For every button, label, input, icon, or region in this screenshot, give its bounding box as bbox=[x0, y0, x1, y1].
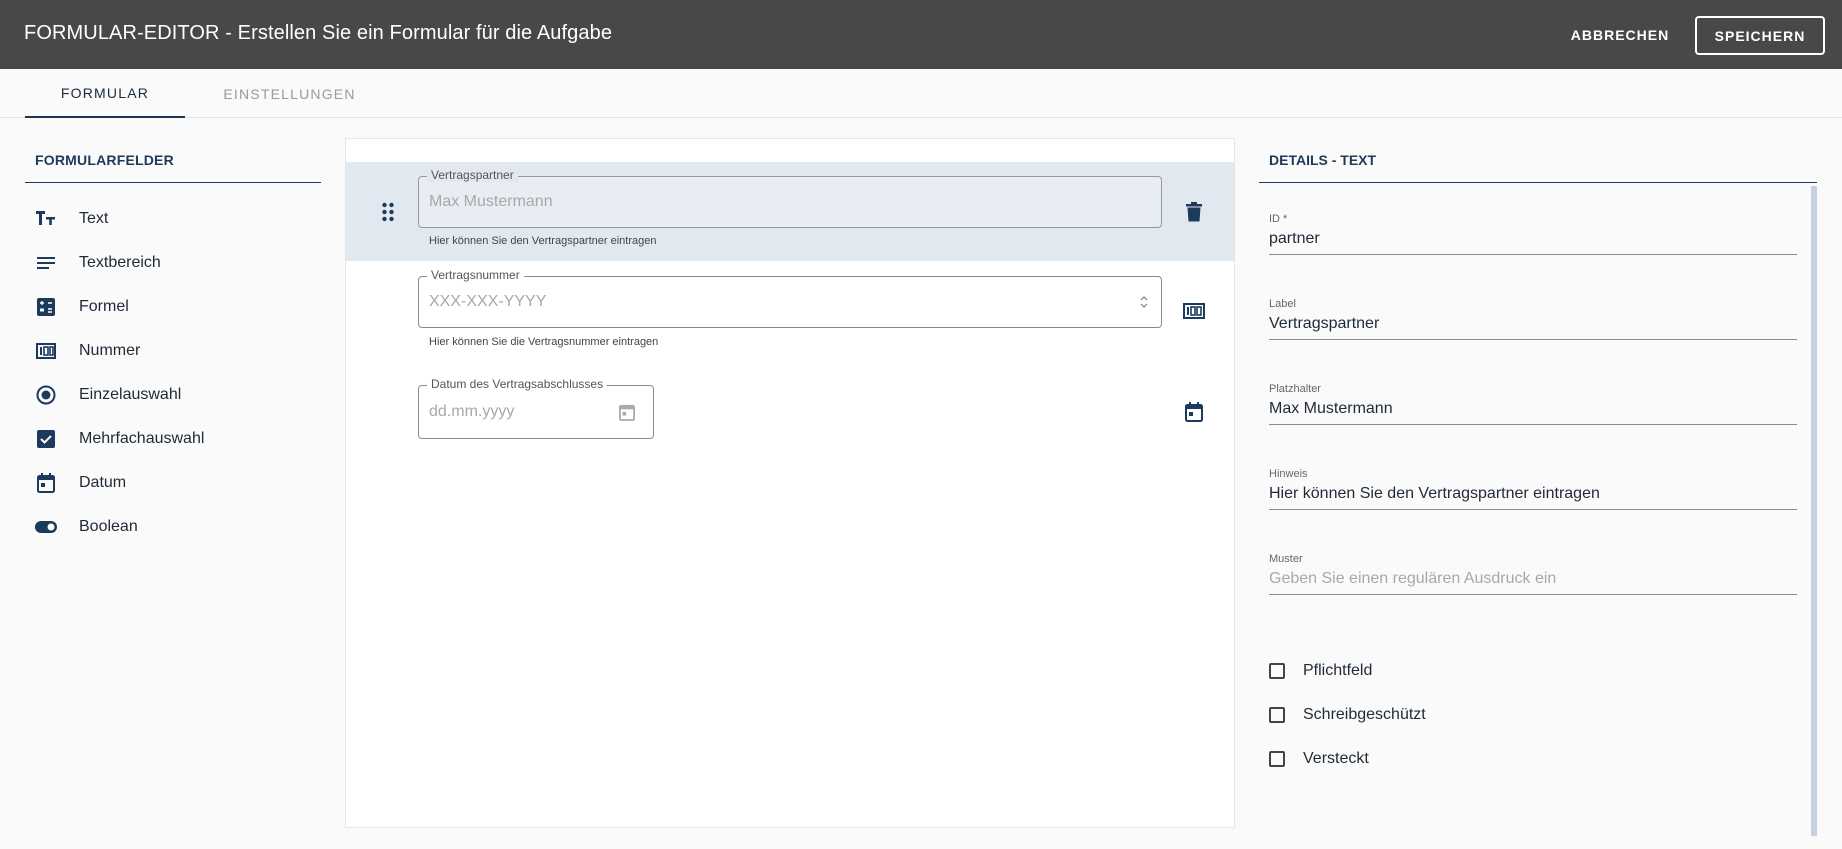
calculator-icon bbox=[35, 296, 57, 318]
form-canvas: Vertragspartner Max Mustermann Hier könn… bbox=[345, 138, 1235, 828]
number-input-preview[interactable]: Vertragsnummer XXX-XXX-YYYY bbox=[418, 268, 1162, 328]
sidebar-item-label: Mehrfachauswahl bbox=[79, 430, 205, 447]
scrollbar[interactable] bbox=[1811, 186, 1817, 836]
number-icon bbox=[1182, 299, 1206, 323]
sidebar-item-nummer[interactable]: Nummer bbox=[25, 329, 321, 373]
checkbox-box[interactable] bbox=[1269, 663, 1285, 679]
cancel-button[interactable]: ABBRECHEN bbox=[1560, 17, 1680, 53]
spinner-icon[interactable] bbox=[1139, 294, 1149, 315]
form-editor-dialog: FORMULAR-EDITOR - Erstellen Sie ein Form… bbox=[0, 0, 1842, 849]
pattern-label: Muster bbox=[1269, 553, 1303, 565]
placeholder-label: Platzhalter bbox=[1269, 383, 1321, 395]
label-label: Label bbox=[1269, 298, 1296, 310]
sidebar-item-label: Datum bbox=[79, 474, 127, 491]
checkbox-schreibgeschuetzt[interactable]: Schreibgeschützt bbox=[1269, 706, 1426, 724]
pattern-placeholder: Geben Sie einen regulären Ausdruck ein bbox=[1269, 570, 1557, 587]
sidebar-item-einzelauswahl[interactable]: Einzelauswahl bbox=[25, 373, 321, 417]
checkbox-versteckt[interactable]: Versteckt bbox=[1269, 750, 1369, 768]
checkbox-icon bbox=[35, 428, 57, 450]
sidebar-item-label: Boolean bbox=[79, 518, 138, 535]
number-icon bbox=[35, 340, 57, 362]
placeholder-field[interactable]: Platzhalter Max Mustermann bbox=[1269, 383, 1797, 425]
tab-einstellungen[interactable]: EINSTELLUNGEN bbox=[212, 69, 367, 118]
text-format-icon bbox=[35, 208, 57, 230]
field-legend: Datum des Vertragsabschlusses bbox=[427, 377, 608, 391]
dialog-title: FORMULAR-EDITOR - Erstellen Sie ein Form… bbox=[24, 22, 613, 44]
toggle-icon bbox=[35, 516, 57, 538]
calendar-icon bbox=[35, 472, 57, 494]
checkbox-pflichtfeld[interactable]: Pflichtfeld bbox=[1269, 662, 1372, 680]
drag-handle-icon[interactable] bbox=[381, 202, 395, 222]
checkbox-label: Pflichtfeld bbox=[1303, 662, 1373, 679]
form-field-row-vertragspartner[interactable]: Vertragspartner Max Mustermann Hier könn… bbox=[346, 162, 1234, 261]
save-button[interactable]: SPEICHERN bbox=[1695, 16, 1825, 55]
text-lines-icon bbox=[35, 252, 57, 274]
sidebar-item-label: Einzelauswahl bbox=[79, 386, 182, 403]
checkbox-label: Schreibgeschützt bbox=[1303, 706, 1426, 723]
sidebar-item-label: Formel bbox=[79, 298, 129, 315]
hint-field[interactable]: Hinweis Hier können Sie den Vertragspart… bbox=[1269, 468, 1797, 510]
sidebar-item-formel[interactable]: Formel bbox=[25, 285, 321, 329]
calendar-icon[interactable] bbox=[619, 403, 635, 426]
dialog-header: FORMULAR-EDITOR - Erstellen Sie ein Form… bbox=[0, 0, 1842, 69]
sidebar-item-label: Textbereich bbox=[79, 254, 161, 271]
id-label: ID * bbox=[1269, 213, 1288, 225]
text-input-preview[interactable]: Vertragspartner Max Mustermann bbox=[418, 168, 1162, 228]
field-hint: Hier können Sie den Vertragspartner eint… bbox=[429, 235, 657, 247]
sidebar-item-label: Text bbox=[79, 210, 109, 227]
label-value: Vertragspartner bbox=[1269, 315, 1380, 332]
sidebar-title: FORMULARFELDER bbox=[25, 140, 321, 183]
radio-icon bbox=[35, 384, 57, 406]
field-hint: Hier können Sie die Vertragsnummer eintr… bbox=[429, 336, 659, 348]
sidebar-item-boolean[interactable]: Boolean bbox=[25, 505, 321, 549]
hint-value: Hier können Sie den Vertragspartner eint… bbox=[1269, 485, 1600, 502]
field-placeholder: XXX-XXX-YYYY bbox=[429, 293, 547, 310]
id-field[interactable]: ID * partner bbox=[1269, 213, 1797, 255]
tab-formular[interactable]: FORMULAR bbox=[25, 69, 185, 118]
form-fields-sidebar: FORMULARFELDER Text Textbereich Formel N bbox=[25, 140, 321, 549]
checkbox-label: Versteckt bbox=[1303, 750, 1369, 767]
sidebar-item-datum[interactable]: Datum bbox=[25, 461, 321, 505]
field-legend: Vertragsnummer bbox=[427, 268, 524, 282]
sidebar-item-mehrfachauswahl[interactable]: Mehrfachauswahl bbox=[25, 417, 321, 461]
calendar-icon bbox=[1182, 400, 1206, 424]
date-input-preview[interactable]: Datum des Vertragsabschlusses dd.mm.yyyy bbox=[418, 377, 654, 439]
details-title: DETAILS - TEXT bbox=[1259, 140, 1817, 183]
sidebar-item-textbereich[interactable]: Textbereich bbox=[25, 241, 321, 285]
checkbox-box[interactable] bbox=[1269, 707, 1285, 723]
sidebar-item-label: Nummer bbox=[79, 342, 141, 359]
sidebar-item-text[interactable]: Text bbox=[25, 197, 321, 241]
field-placeholder: Max Mustermann bbox=[429, 193, 553, 210]
trash-icon[interactable] bbox=[1182, 200, 1206, 224]
label-field[interactable]: Label Vertragspartner bbox=[1269, 298, 1797, 340]
pattern-field[interactable]: Muster Geben Sie einen regulären Ausdruc… bbox=[1269, 553, 1797, 595]
checkbox-box[interactable] bbox=[1269, 751, 1285, 767]
field-placeholder: dd.mm.yyyy bbox=[429, 403, 515, 420]
placeholder-value: Max Mustermann bbox=[1269, 400, 1393, 417]
field-legend: Vertragspartner bbox=[427, 168, 518, 182]
details-panel: DETAILS - TEXT ID * partner Label Vertra… bbox=[1259, 140, 1817, 836]
form-field-row-vertragsnummer[interactable]: Vertragsnummer XXX-XXX-YYYY Hier können … bbox=[346, 261, 1234, 361]
hint-label: Hinweis bbox=[1269, 468, 1308, 480]
form-field-row-datum[interactable]: Datum des Vertragsabschlusses dd.mm.yyyy bbox=[346, 361, 1234, 471]
id-value: partner bbox=[1269, 230, 1320, 247]
tab-bar: FORMULAR EINSTELLUNGEN bbox=[0, 69, 1842, 118]
